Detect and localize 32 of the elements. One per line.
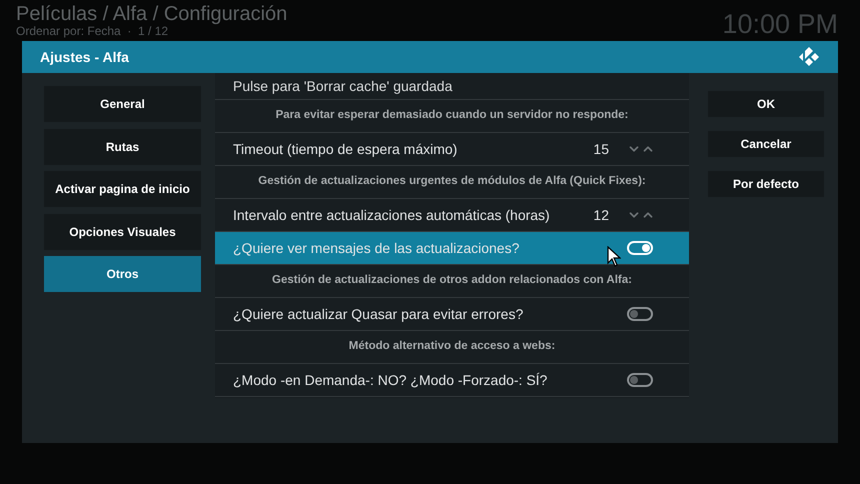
dialog-button[interactable]: OK [708,91,824,117]
toggle-switch[interactable] [627,307,653,321]
mouse-pointer-icon [607,246,621,267]
section-heading: Método alternativo de acceso a webs: [348,339,556,354]
logo-icon [798,46,820,68]
setting-row[interactable]: ¿Quiere actualizar Quasar para evitar errores? [215,298,689,331]
setting-label: ¿Modo -en Demanda-: NO? ¿Modo -Forzado-: SÍ? [233,370,548,390]
setting-value: 15 [593,140,609,158]
category-button[interactable]: Activar pagina de inicio [44,171,201,207]
setting-label: ¿Quiere actualizar Quasar para evitar errores? [233,304,524,324]
section-heading: Gestión de actualizaciones de otros addon relacionados con Alfa: [272,273,632,288]
setting-row[interactable]: ¿Modo -en Demanda-: NO? ¿Modo -Forzado-: SÍ? [215,364,689,397]
category-button[interactable]: Otros [44,256,201,292]
section-heading: Gestión de actualizaciones urgentes de módulos de Alfa (Quick Fixes): [258,174,646,190]
dialog-title: Ajustes - Alfa [40,48,129,67]
setting-label: Intervalo entre actualizaciones automáticas (horas) [233,206,550,225]
category-button[interactable]: Opciones Visuales [44,214,201,250]
setting-row[interactable]: ¿Quiere ver mensajes de las actualizaciones? [215,232,689,265]
breadcrumb-title: Películas / Alfa / Configuración [16,3,288,25]
section-heading: Para evitar esperar demasiado cuando un servidor no responde: [276,108,628,124]
category-button[interactable]: Rutas [44,128,201,164]
clock: 10:00 PM [722,8,839,41]
setting-row[interactable]: Pulse para 'Borrar cache' guardada [215,73,689,100]
setting-value: 12 [593,206,609,224]
dialog-button[interactable]: Cancelar [708,131,824,157]
setting-row[interactable]: Timeout (tiempo de espera máximo) 15 [215,133,689,166]
setting-label: Timeout (tiempo de espera máximo) [233,140,458,159]
toggle-switch[interactable] [627,373,653,387]
setting-label: ¿Quiere ver mensajes de las actualizaciones? [233,238,520,258]
category-button[interactable]: General [44,86,201,122]
dialog-button[interactable]: Por defecto [708,171,824,197]
sort-info: Ordenar por: Fecha · 1 / 12 [16,25,168,38]
